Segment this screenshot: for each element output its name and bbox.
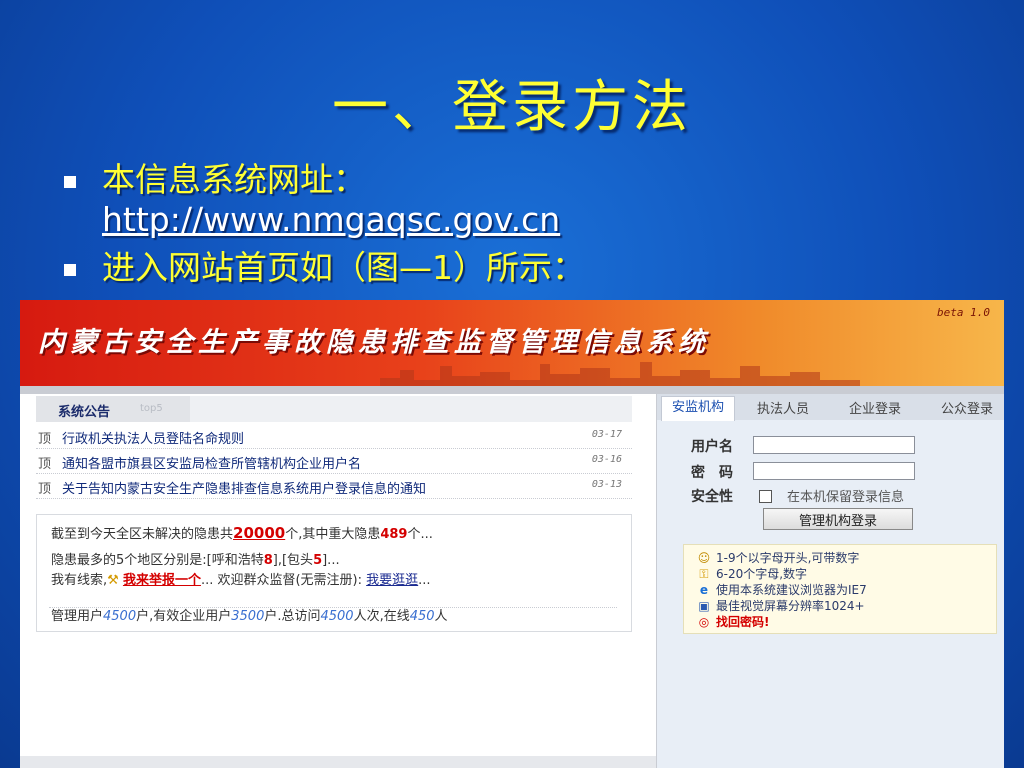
stats-text: 个...	[407, 527, 433, 542]
bullet-square-icon	[64, 264, 76, 276]
city-skyline-icon	[380, 362, 860, 386]
monitor-icon: ▣	[698, 599, 710, 613]
announcement-list: 顶 行政机关执法人员登陆名命规则 03-17 顶 通知各盟市旗县区安监局检查所管…	[36, 424, 632, 499]
tab-announcements[interactable]: 系统公告 top5	[36, 396, 190, 422]
banner-underline	[20, 386, 1004, 394]
version-badge: beta 1.0	[937, 306, 990, 319]
stats-text: 管理用户	[51, 609, 104, 624]
login-panel: 安监机构 执法人员 企业登录 公众登录 用户名 密 码 安全性 在本机保留登录信…	[656, 394, 1004, 768]
announcement-date: 03-13	[591, 479, 622, 490]
website-screenshot: 内蒙古安全生产事故隐患排查监督管理信息系统 beta 1.0 系统公告 top5…	[20, 300, 1004, 768]
tip-browser: e 使用本系统建议浏览器为IE7	[696, 581, 867, 598]
remember-checkbox[interactable]	[759, 490, 772, 503]
bullet-url-label: 本信息系统网址：	[102, 160, 366, 199]
stats-text: 户,有效企业用户	[136, 609, 232, 624]
browse-link[interactable]: 我要逛逛	[366, 573, 418, 588]
announcement-date: 03-16	[591, 454, 622, 465]
agency-login-button[interactable]: 管理机构登录	[763, 508, 913, 530]
total-hazards-value[interactable]: 20000	[233, 524, 285, 542]
tip-username: ☺ 1-9个以字母开头,可带数字	[696, 549, 860, 566]
stats-users-line: 管理用户4500户,有效企业用户3500户.总访问4500人次,在线450人	[51, 605, 448, 624]
announcement-date: 03-17	[591, 429, 622, 440]
stats-text: 人	[434, 609, 448, 624]
tip-resolution: ▣ 最佳视觉屏幕分辨率1024+	[696, 597, 865, 614]
lifebuoy-icon: ◎	[698, 615, 710, 629]
tab-announcements-sub: top5	[140, 403, 163, 414]
list-item[interactable]: 顶 关于告知内蒙古安全生产隐患排查信息系统用户登录信息的通知 03-13	[36, 474, 632, 499]
stats-text: ],[包头	[272, 553, 314, 568]
user-icon: ☺	[697, 551, 711, 565]
tab-public-login[interactable]: 公众登录	[941, 398, 993, 417]
stats-text: 人次,在线	[353, 609, 410, 624]
stats-text: 截至到今天全区未解决的隐患共	[51, 527, 234, 542]
announcement-link[interactable]: 行政机关执法人员登陆名命规则	[62, 428, 244, 447]
bullet-url: 本信息系统网址： http://www.nmgaqsc.gov.cn	[62, 160, 585, 240]
pin-label: 顶	[38, 482, 52, 497]
page-footer-bar	[20, 756, 656, 768]
list-item[interactable]: 顶 行政机关执法人员登陆名命规则 03-17	[36, 424, 632, 449]
tip-text: 1-9个以字母开头,可带数字	[716, 551, 860, 565]
announcement-tabbar: 系统公告 top5	[36, 396, 632, 422]
admin-users-value: 4500	[103, 609, 137, 624]
online-users-value: 450	[409, 609, 435, 624]
username-label: 用户名	[691, 439, 733, 455]
announcement-link[interactable]: 关于告知内蒙古安全生产隐患排查信息系统用户登录信息的通知	[62, 478, 426, 497]
site-banner-title: 内蒙古安全生产事故隐患排查监督管理信息系统	[38, 327, 710, 358]
login-tabbar: 安监机构 执法人员 企业登录 公众登录	[657, 394, 1004, 421]
login-tips: ☺ 1-9个以字母开头,可带数字 ⚿ 6-20个字母,数字 e 使用本系统建议浏览器为…	[683, 544, 997, 634]
pin-label: 顶	[38, 457, 52, 472]
stats-text: ... 欢迎群众监督(无需注册):	[200, 573, 363, 588]
site-banner: 内蒙古安全生产事故隐患排查监督管理信息系统 beta 1.0	[20, 300, 1004, 386]
stats-text: 隐患最多的5个地区分别是:[呼和浩特	[51, 553, 264, 568]
announcement-link[interactable]: 通知各盟市旗县区安监局检查所管辖机构企业用户名	[62, 453, 361, 472]
tip-password: ⚿ 6-20个字母,数字	[696, 565, 807, 582]
bullet-homepage: 进入网站首页如（图—1）所示：	[62, 248, 585, 288]
region-hhht-value: 8	[263, 553, 273, 568]
stats-text: 我有线索,	[51, 573, 108, 588]
stats-hazards-line: 截至到今天全区未解决的隐患共20000个,其中重大隐患489个...	[51, 523, 433, 542]
tip-recover[interactable]: ◎ 找回密码!	[696, 613, 770, 630]
username-input[interactable]	[753, 436, 915, 454]
tip-text: 6-20个字母,数字	[716, 567, 808, 581]
region-bt-value: 5	[313, 553, 323, 568]
tip-text: 使用本系统建议浏览器为IE7	[716, 583, 867, 597]
stats-report-line: 我有线索,⚒ 我来举报一个... 欢迎群众监督(无需注册): 我要逛逛...	[51, 569, 431, 588]
remember-label: 在本机保留登录信息	[787, 490, 905, 505]
key-icon: ⚿	[699, 567, 709, 581]
recover-password-link[interactable]: 找回密码!	[716, 615, 769, 629]
slide-title: 一、登录方法	[332, 75, 692, 140]
security-label: 安全性	[691, 489, 733, 505]
password-input[interactable]	[753, 462, 915, 480]
stats-text: 户.总访问	[264, 609, 321, 624]
stats-text: ...	[418, 573, 431, 588]
stats-text: 个,其中重大隐患	[285, 527, 381, 542]
site-url-link[interactable]: http://www.nmgaqsc.gov.cn	[102, 200, 560, 239]
bullet-homepage-label: 进入网站首页如（图—1）所示：	[102, 248, 585, 287]
tab-enterprise-login[interactable]: 企业登录	[849, 398, 901, 417]
password-label: 密 码	[691, 465, 733, 481]
tab-safety-agency[interactable]: 安监机构	[661, 396, 736, 421]
stats-regions-line: 隐患最多的5个地区分别是:[呼和浩特8],[包头5]...	[51, 549, 340, 568]
stats-text: ]...	[322, 553, 340, 568]
tab-law-enforcement[interactable]: 执法人员	[757, 398, 809, 417]
stats-panel: 截至到今天全区未解决的隐患共20000个,其中重大隐患489个... 隐患最多的…	[36, 514, 632, 632]
total-visits-value: 4500	[320, 609, 354, 624]
ie-icon: e	[699, 583, 709, 597]
list-item[interactable]: 顶 通知各盟市旗县区安监局检查所管辖机构企业用户名 03-16	[36, 449, 632, 474]
bullet-square-icon	[64, 176, 76, 188]
tip-text: 最佳视觉屏幕分辨率1024+	[716, 599, 865, 613]
bullet-list: 本信息系统网址： http://www.nmgaqsc.gov.cn 进入网站首…	[62, 160, 585, 288]
tab-announcements-label: 系统公告	[58, 405, 111, 420]
enterprise-users-value: 3500	[231, 609, 265, 624]
hammer-icon: ⚒	[107, 573, 119, 588]
report-link[interactable]: 我来举报一个	[123, 573, 201, 588]
pin-label: 顶	[38, 432, 52, 447]
major-hazards-value: 489	[380, 527, 408, 542]
